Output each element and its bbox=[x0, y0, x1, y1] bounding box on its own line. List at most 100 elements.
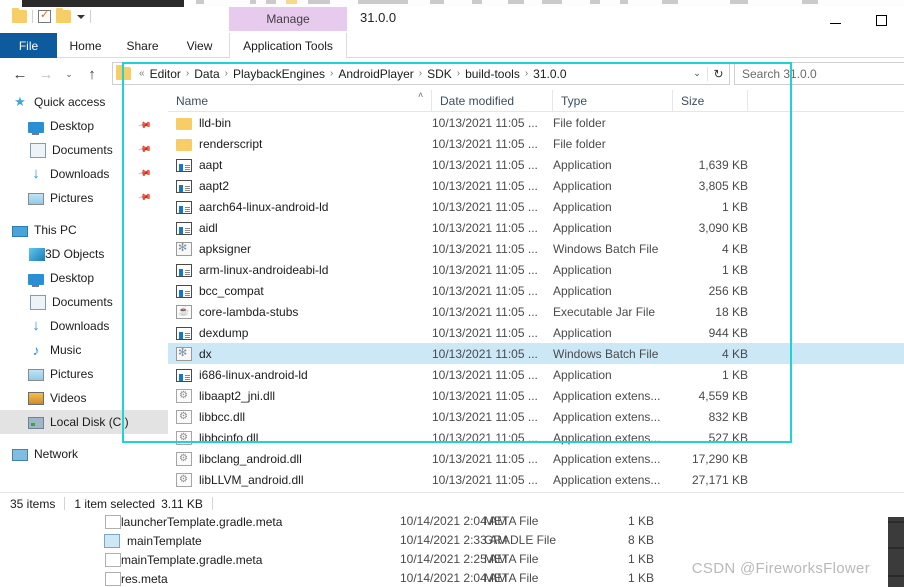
breadcrumb-item-sdk[interactable]: SDK bbox=[424, 67, 455, 81]
file-date-cell: 10/13/2021 11:05 ... bbox=[432, 283, 538, 298]
star-pin-icon: ★ bbox=[14, 94, 26, 109]
background-table-row[interactable]: mainTemplate 10/14/2021 2:33 AM GRADLE Fil… bbox=[0, 533, 904, 552]
sidebar-item-documents[interactable]: Documents 📌 bbox=[0, 138, 168, 162]
sidebar-group-quick-access[interactable]: ★ Quick access bbox=[0, 90, 168, 114]
table-row[interactable]: libbcinfo.dll 10/13/2021 11:05 ... Applica… bbox=[168, 427, 904, 448]
table-row[interactable]: libclang_android.dll 10/13/2021 11:05 ...… bbox=[168, 448, 904, 469]
column-header-date-modified[interactable]: Date modified bbox=[432, 90, 553, 112]
background-file-name-label: mainTemplate bbox=[127, 533, 202, 548]
table-row[interactable]: apksigner 10/13/2021 11:05 ... Windows Bat… bbox=[168, 238, 904, 259]
background-file-type-cell: META File bbox=[484, 571, 539, 585]
arrow-up-icon: ↑ bbox=[88, 65, 96, 83]
sidebar-item-label: Music bbox=[50, 343, 82, 357]
address-bar[interactable]: «Editor › Data › PlaybackEngines › AndroidPlay… bbox=[112, 62, 730, 85]
breadcrumb-item-androidplayer[interactable]: AndroidPlayer bbox=[335, 67, 416, 81]
table-row[interactable]: aidl 10/13/2021 11:05 ... Application 3,090… bbox=[168, 217, 904, 238]
file-name-cell: libclang_android.dll bbox=[176, 451, 302, 466]
tab-application-tools[interactable]: Application Tools bbox=[229, 33, 347, 58]
status-divider bbox=[64, 497, 66, 510]
column-header-type[interactable]: Type bbox=[553, 90, 673, 112]
new-folder-icon[interactable] bbox=[56, 8, 71, 23]
table-row[interactable]: libaapt2_jni.dll 10/13/2021 11:05 ... Appl… bbox=[168, 385, 904, 406]
refresh-button[interactable]: ↻ bbox=[707, 66, 729, 81]
search-input[interactable]: Search 31.0.0 bbox=[734, 62, 904, 85]
folder-icon bbox=[176, 118, 192, 130]
file-name-label: i686-linux-android-ld bbox=[199, 367, 308, 382]
sidebar-item-desktop[interactable]: Desktop 📌 bbox=[0, 114, 168, 138]
breadcrumb-overflow-icon[interactable]: « bbox=[137, 68, 147, 79]
sidebar-item-documents[interactable]: Documents bbox=[0, 290, 168, 314]
back-button[interactable]: ← bbox=[8, 62, 32, 86]
table-row[interactable]: lld-bin 10/13/2021 11:05 ... File folder bbox=[168, 112, 904, 133]
up-button[interactable]: ↑ bbox=[80, 62, 104, 86]
table-row[interactable]: renderscript 10/13/2021 11:05 ... File fol… bbox=[168, 133, 904, 154]
pin-icon[interactable]: 📌 bbox=[137, 166, 152, 182]
column-header-size[interactable]: Size bbox=[673, 90, 748, 112]
file-name-label: libLLVM_android.dll bbox=[199, 472, 304, 487]
table-row[interactable]: bcc_compat 10/13/2021 11:05 ... Applicatio… bbox=[168, 280, 904, 301]
background-table-row[interactable]: launcherTemplate.gradle.meta 10/14/2021 2… bbox=[0, 514, 904, 533]
pin-icon[interactable]: 📌 bbox=[137, 190, 152, 206]
sidebar-item-pictures[interactable]: Pictures 📌 bbox=[0, 186, 168, 210]
tab-share[interactable]: Share bbox=[114, 33, 171, 58]
sidebar-item-desktop[interactable]: Desktop bbox=[0, 266, 168, 290]
sidebar-group-this-pc[interactable]: This PC bbox=[0, 218, 168, 242]
table-row[interactable]: core-lambda-stubs 10/13/2021 11:05 ... Exe… bbox=[168, 301, 904, 322]
breadcrumb-item-data[interactable]: Data bbox=[191, 67, 222, 81]
selection-size-label: 3.11 KB bbox=[161, 496, 203, 511]
breadcrumb-item-build-tools[interactable]: build-tools bbox=[462, 67, 523, 81]
watermark: CSDN @FireworksFlower bbox=[691, 560, 870, 577]
tab-view[interactable]: View bbox=[171, 33, 228, 58]
pin-icon[interactable]: 📌 bbox=[137, 142, 152, 158]
notepad-file-icon bbox=[104, 534, 120, 548]
pictures-icon bbox=[28, 193, 44, 205]
table-row[interactable]: aapt2 10/13/2021 11:05 ... Application 3,80… bbox=[168, 175, 904, 196]
properties-checkbox-icon[interactable] bbox=[38, 8, 51, 23]
tab-file[interactable]: File bbox=[0, 33, 57, 58]
recent-locations-button[interactable]: ⌄ bbox=[60, 62, 78, 86]
file-date-cell: 10/13/2021 11:05 ... bbox=[432, 115, 538, 130]
breadcrumb-item-editor[interactable]: Editor bbox=[147, 67, 184, 81]
breadcrumb-item-31-0-0[interactable]: 31.0.0 bbox=[530, 67, 569, 81]
pin-icon[interactable]: 📌 bbox=[137, 118, 152, 134]
sidebar-item-music[interactable]: ♪ Music bbox=[0, 338, 168, 362]
table-row[interactable]: arm-linux-androideabi-ld 10/13/2021 11:05… bbox=[168, 259, 904, 280]
column-header-label: Name bbox=[176, 94, 209, 108]
file-date-cell: 10/13/2021 11:05 ... bbox=[432, 451, 538, 466]
folder-icon[interactable] bbox=[12, 8, 27, 23]
table-row[interactable]: dexdump 10/13/2021 11:05 ... Application 94… bbox=[168, 322, 904, 343]
sidebar-item-downloads[interactable]: ↓ Downloads bbox=[0, 314, 168, 338]
table-row[interactable]: aapt 10/13/2021 11:05 ... Application 1,639… bbox=[168, 154, 904, 175]
customize-dropdown-icon[interactable] bbox=[77, 14, 85, 19]
file-type-cell: Application bbox=[553, 283, 612, 298]
background-file-type-cell: GRADLE File bbox=[484, 533, 557, 547]
maximize-button[interactable] bbox=[858, 7, 904, 33]
manage-contextual-tab[interactable]: Manage bbox=[229, 7, 347, 31]
column-header-name[interactable]: Name bbox=[168, 90, 432, 112]
sidebar-item-local-disk-c[interactable]: Local Disk (C:) bbox=[0, 410, 168, 434]
application-icon bbox=[176, 201, 192, 214]
sidebar-item-pictures[interactable]: Pictures bbox=[0, 362, 168, 386]
sidebar-item-downloads[interactable]: ↓ Downloads 📌 bbox=[0, 162, 168, 186]
background-scrollbar[interactable] bbox=[888, 517, 904, 587]
tab-home[interactable]: Home bbox=[57, 33, 114, 58]
table-row[interactable]: dx 10/13/2021 11:05 ... Windows Batch File… bbox=[168, 343, 904, 364]
table-row[interactable]: aarch64-linux-android-ld 10/13/2021 11:05… bbox=[168, 196, 904, 217]
table-row[interactable]: libLLVM_android.dll 10/13/2021 11:05 ... A… bbox=[168, 469, 904, 490]
file-name-cell: aapt bbox=[176, 157, 222, 172]
table-row[interactable]: i686-linux-android-ld 10/13/2021 11:05 ..… bbox=[168, 364, 904, 385]
address-dropdown-button[interactable]: ⌄ bbox=[687, 68, 707, 79]
breadcrumb-item-playbackengines[interactable]: PlaybackEngines bbox=[230, 67, 328, 81]
minimize-button[interactable] bbox=[812, 7, 858, 33]
forward-button[interactable]: → bbox=[34, 62, 58, 86]
table-row[interactable]: libbcc.dll 10/13/2021 11:05 ... Applicatio… bbox=[168, 406, 904, 427]
file-size-cell: 17,290 KB bbox=[691, 451, 748, 466]
file-date-cell: 10/13/2021 11:05 ... bbox=[432, 304, 538, 319]
sidebar-item-3d-objects[interactable]: 3D Objects bbox=[0, 242, 168, 266]
breadcrumb-separator: › bbox=[418, 68, 423, 79]
file-size-cell: 4,559 KB bbox=[698, 388, 748, 403]
sidebar-item-videos[interactable]: Videos bbox=[0, 386, 168, 410]
file-type-cell: Application extens... bbox=[553, 451, 661, 466]
sidebar-group-network[interactable]: Network bbox=[0, 442, 168, 466]
chevron-down-icon: ⌄ bbox=[65, 68, 73, 79]
